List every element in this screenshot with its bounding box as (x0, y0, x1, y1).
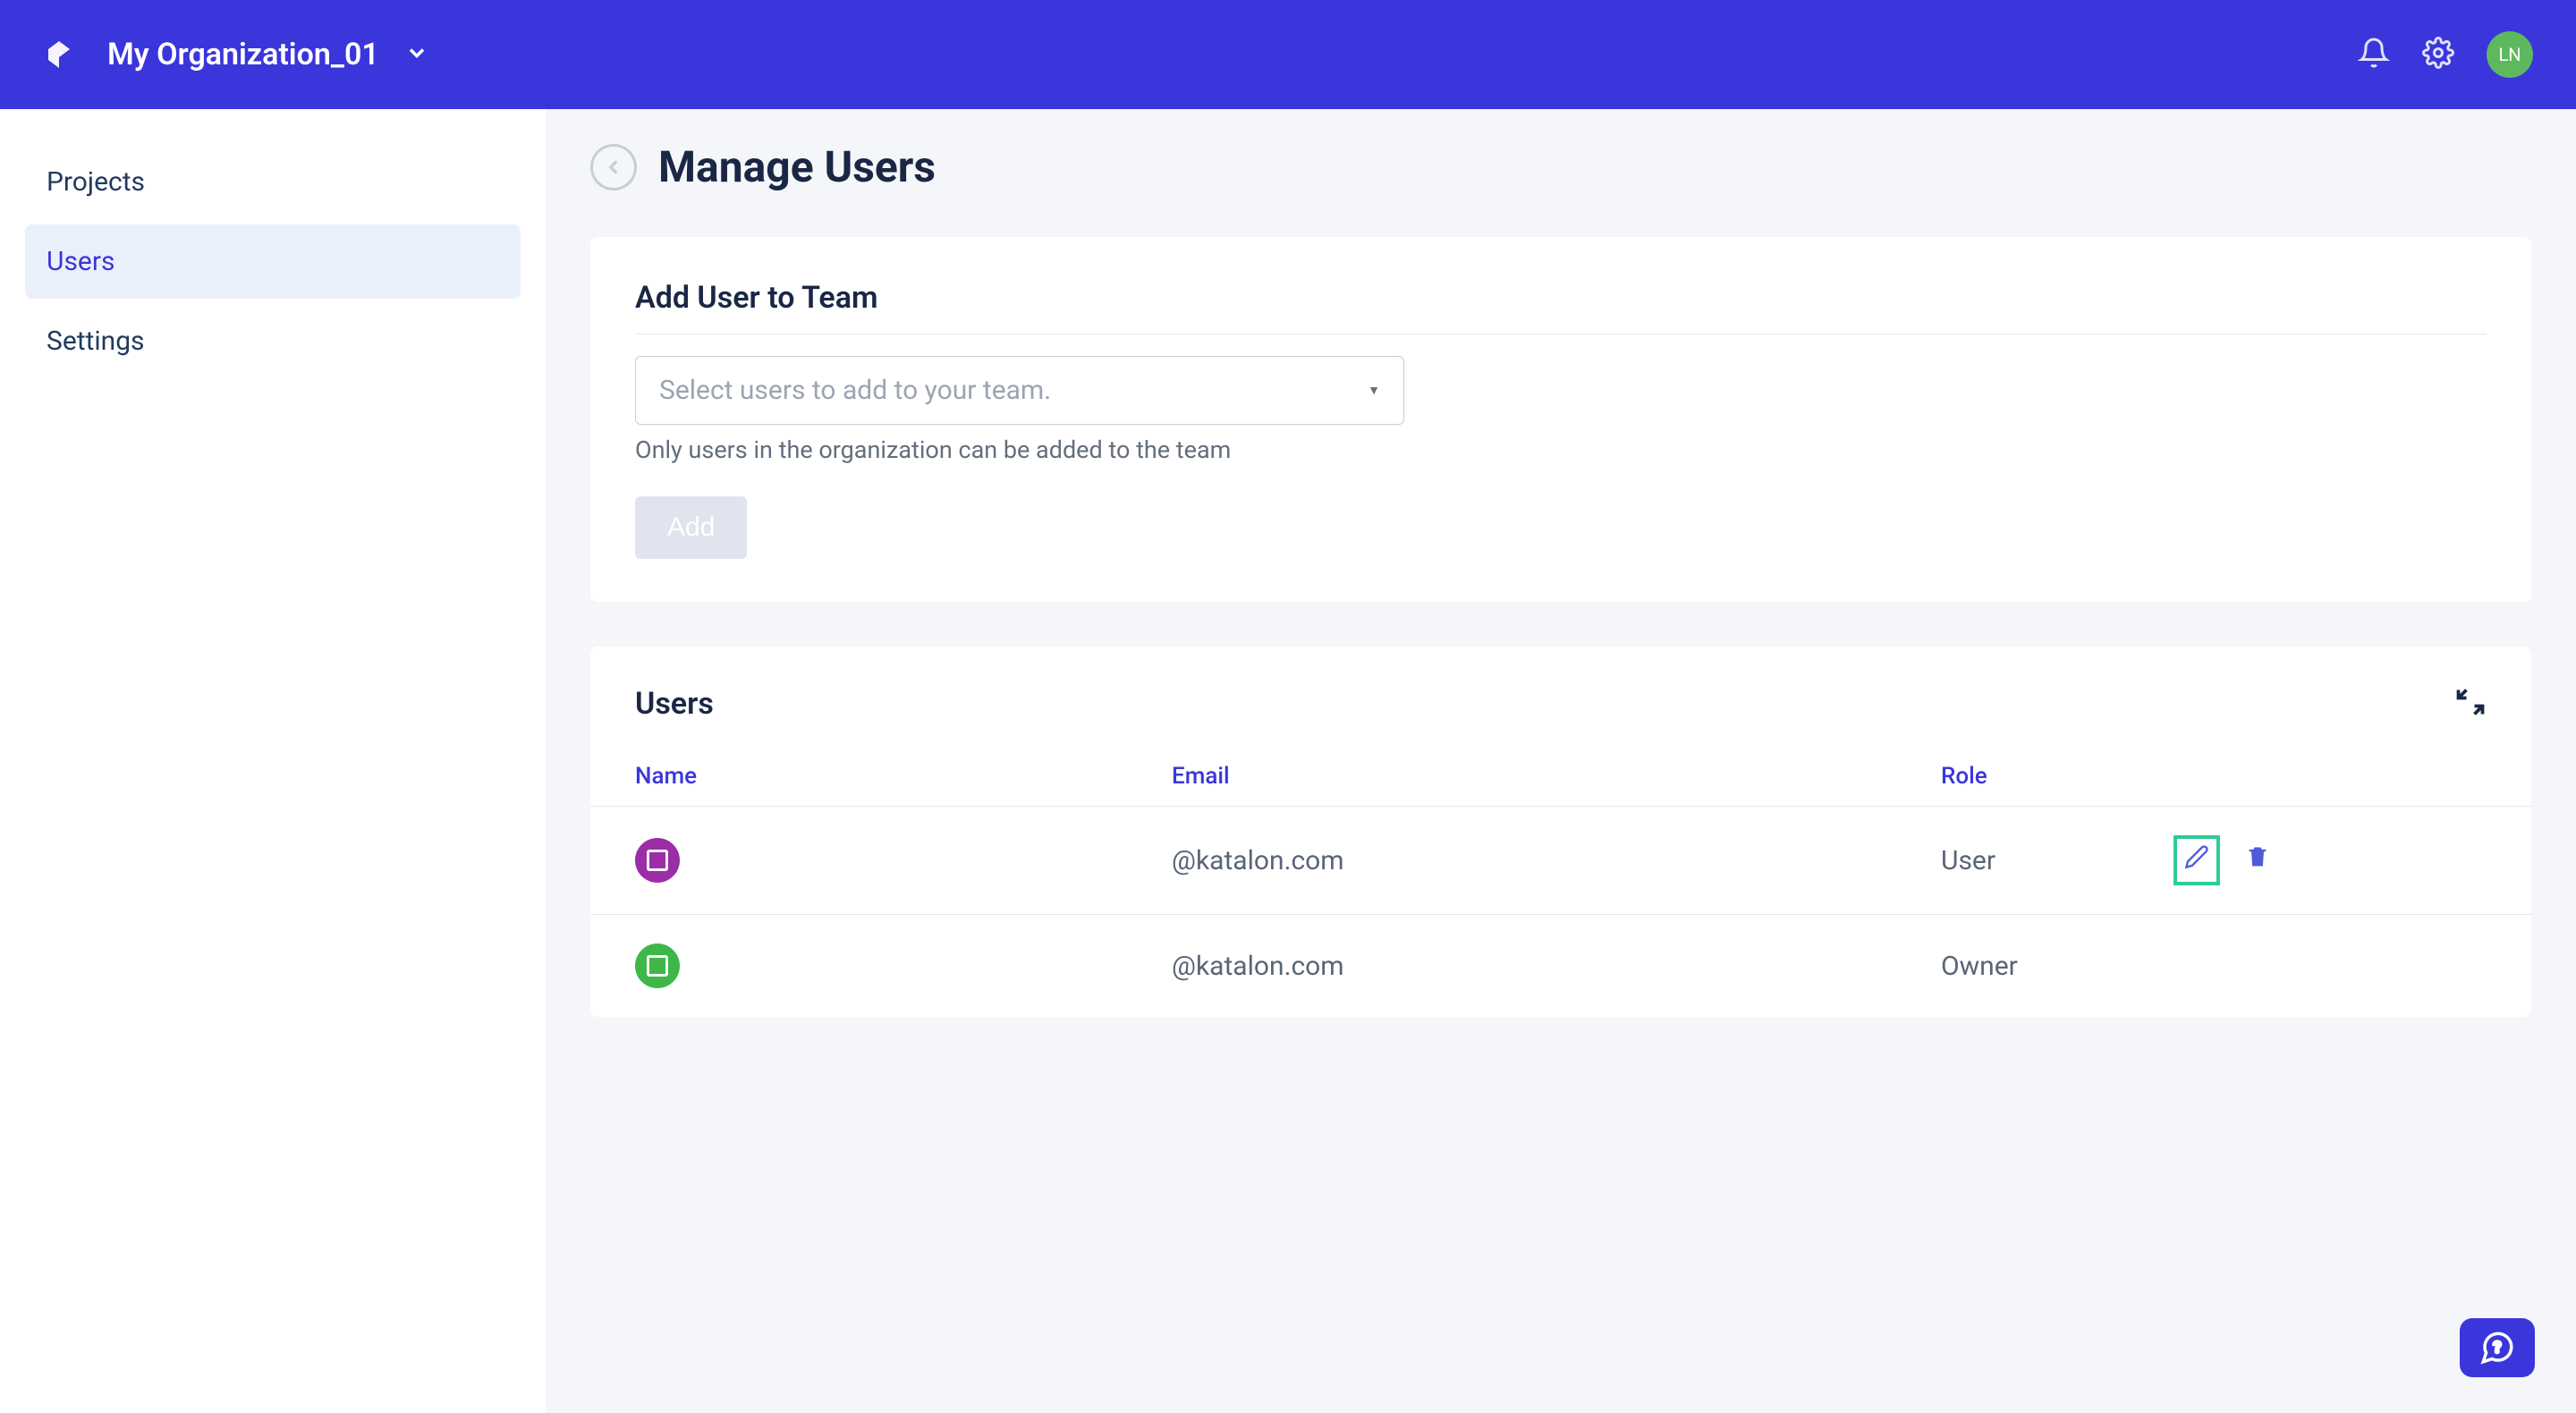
user-actions-cell (2129, 915, 2531, 1018)
main-content: Projects Users Settings Manage Users Add… (0, 109, 2576, 1413)
sidebar-item-projects[interactable]: Projects (25, 145, 521, 219)
user-role-cell: User (1896, 807, 2129, 915)
notifications-icon[interactable] (2358, 37, 2390, 72)
help-button[interactable]: ? (2460, 1318, 2535, 1377)
table-row: @katalon.com Owner (590, 915, 2531, 1018)
user-select-wrapper: Select users to add to your team. ▼ Only… (635, 356, 1404, 464)
user-email-cell: @katalon.com (1127, 915, 1896, 1018)
users-section-title: Users (635, 686, 714, 722)
back-button[interactable] (590, 144, 637, 190)
caret-down-icon: ▼ (1368, 383, 1380, 398)
users-table-header-row: Name Email Role (590, 747, 2531, 807)
organization-name: My Organization_01 (107, 37, 379, 72)
add-user-helper-text: Only users in the organization can be ad… (635, 436, 1404, 464)
user-name-cell (590, 915, 1127, 1018)
page-title: Manage Users (658, 141, 936, 192)
svg-text:?: ? (2494, 1339, 2502, 1357)
user-email-cell: @katalon.com (1127, 807, 1896, 915)
user-select-input[interactable]: Select users to add to your team. ▼ (635, 356, 1404, 425)
col-header-role[interactable]: Role (1896, 747, 2129, 807)
page-header: Manage Users (590, 141, 2531, 192)
col-header-actions (2129, 747, 2531, 807)
user-role-cell: Owner (1896, 915, 2129, 1018)
user-select-placeholder: Select users to add to your team. (659, 375, 1051, 406)
user-row-avatar (635, 838, 680, 883)
col-header-email[interactable]: Email (1127, 747, 1896, 807)
user-avatar[interactable]: LN (2487, 31, 2533, 78)
avatar-inner-icon (647, 955, 668, 977)
avatar-inner-icon (647, 850, 668, 871)
sidebar-item-users[interactable]: Users (25, 224, 521, 299)
collapse-icon[interactable] (2454, 686, 2487, 722)
users-card: Users Name Email Role (590, 647, 2531, 1017)
add-user-card: Add User to Team Select users to add to … (590, 237, 2531, 602)
app-logo-icon (43, 38, 75, 71)
edit-icon[interactable] (2184, 844, 2209, 876)
header-actions: LN (2358, 31, 2533, 78)
col-header-name[interactable]: Name (590, 747, 1127, 807)
help-icon: ? (2479, 1329, 2516, 1366)
main-panel: Manage Users Add User to Team Select use… (546, 109, 2576, 1413)
sidebar-item-settings[interactable]: Settings (25, 304, 521, 378)
sidebar-item-label: Users (47, 246, 115, 277)
sidebar-item-label: Settings (47, 326, 145, 357)
settings-icon[interactable] (2422, 37, 2454, 72)
sidebar-item-label: Projects (47, 166, 145, 198)
delete-icon[interactable] (2245, 844, 2270, 876)
app-header: My Organization_01 LN (0, 0, 2576, 109)
edit-highlight-box (2174, 835, 2220, 885)
add-button[interactable]: Add (635, 496, 747, 559)
user-row-avatar (635, 943, 680, 988)
add-user-title: Add User to Team (635, 280, 2487, 316)
sidebar: Projects Users Settings (0, 109, 546, 1413)
table-row: @katalon.com User (590, 807, 2531, 915)
org-switcher-chevron-icon[interactable] (404, 40, 429, 69)
user-actions-cell (2129, 807, 2531, 915)
users-section-header: Users (590, 647, 2531, 747)
user-avatar-initials: LN (2498, 44, 2521, 65)
user-name-cell (590, 807, 1127, 915)
chevron-left-icon (602, 156, 625, 179)
users-table: Name Email Role @katalon.com (590, 747, 2531, 1017)
